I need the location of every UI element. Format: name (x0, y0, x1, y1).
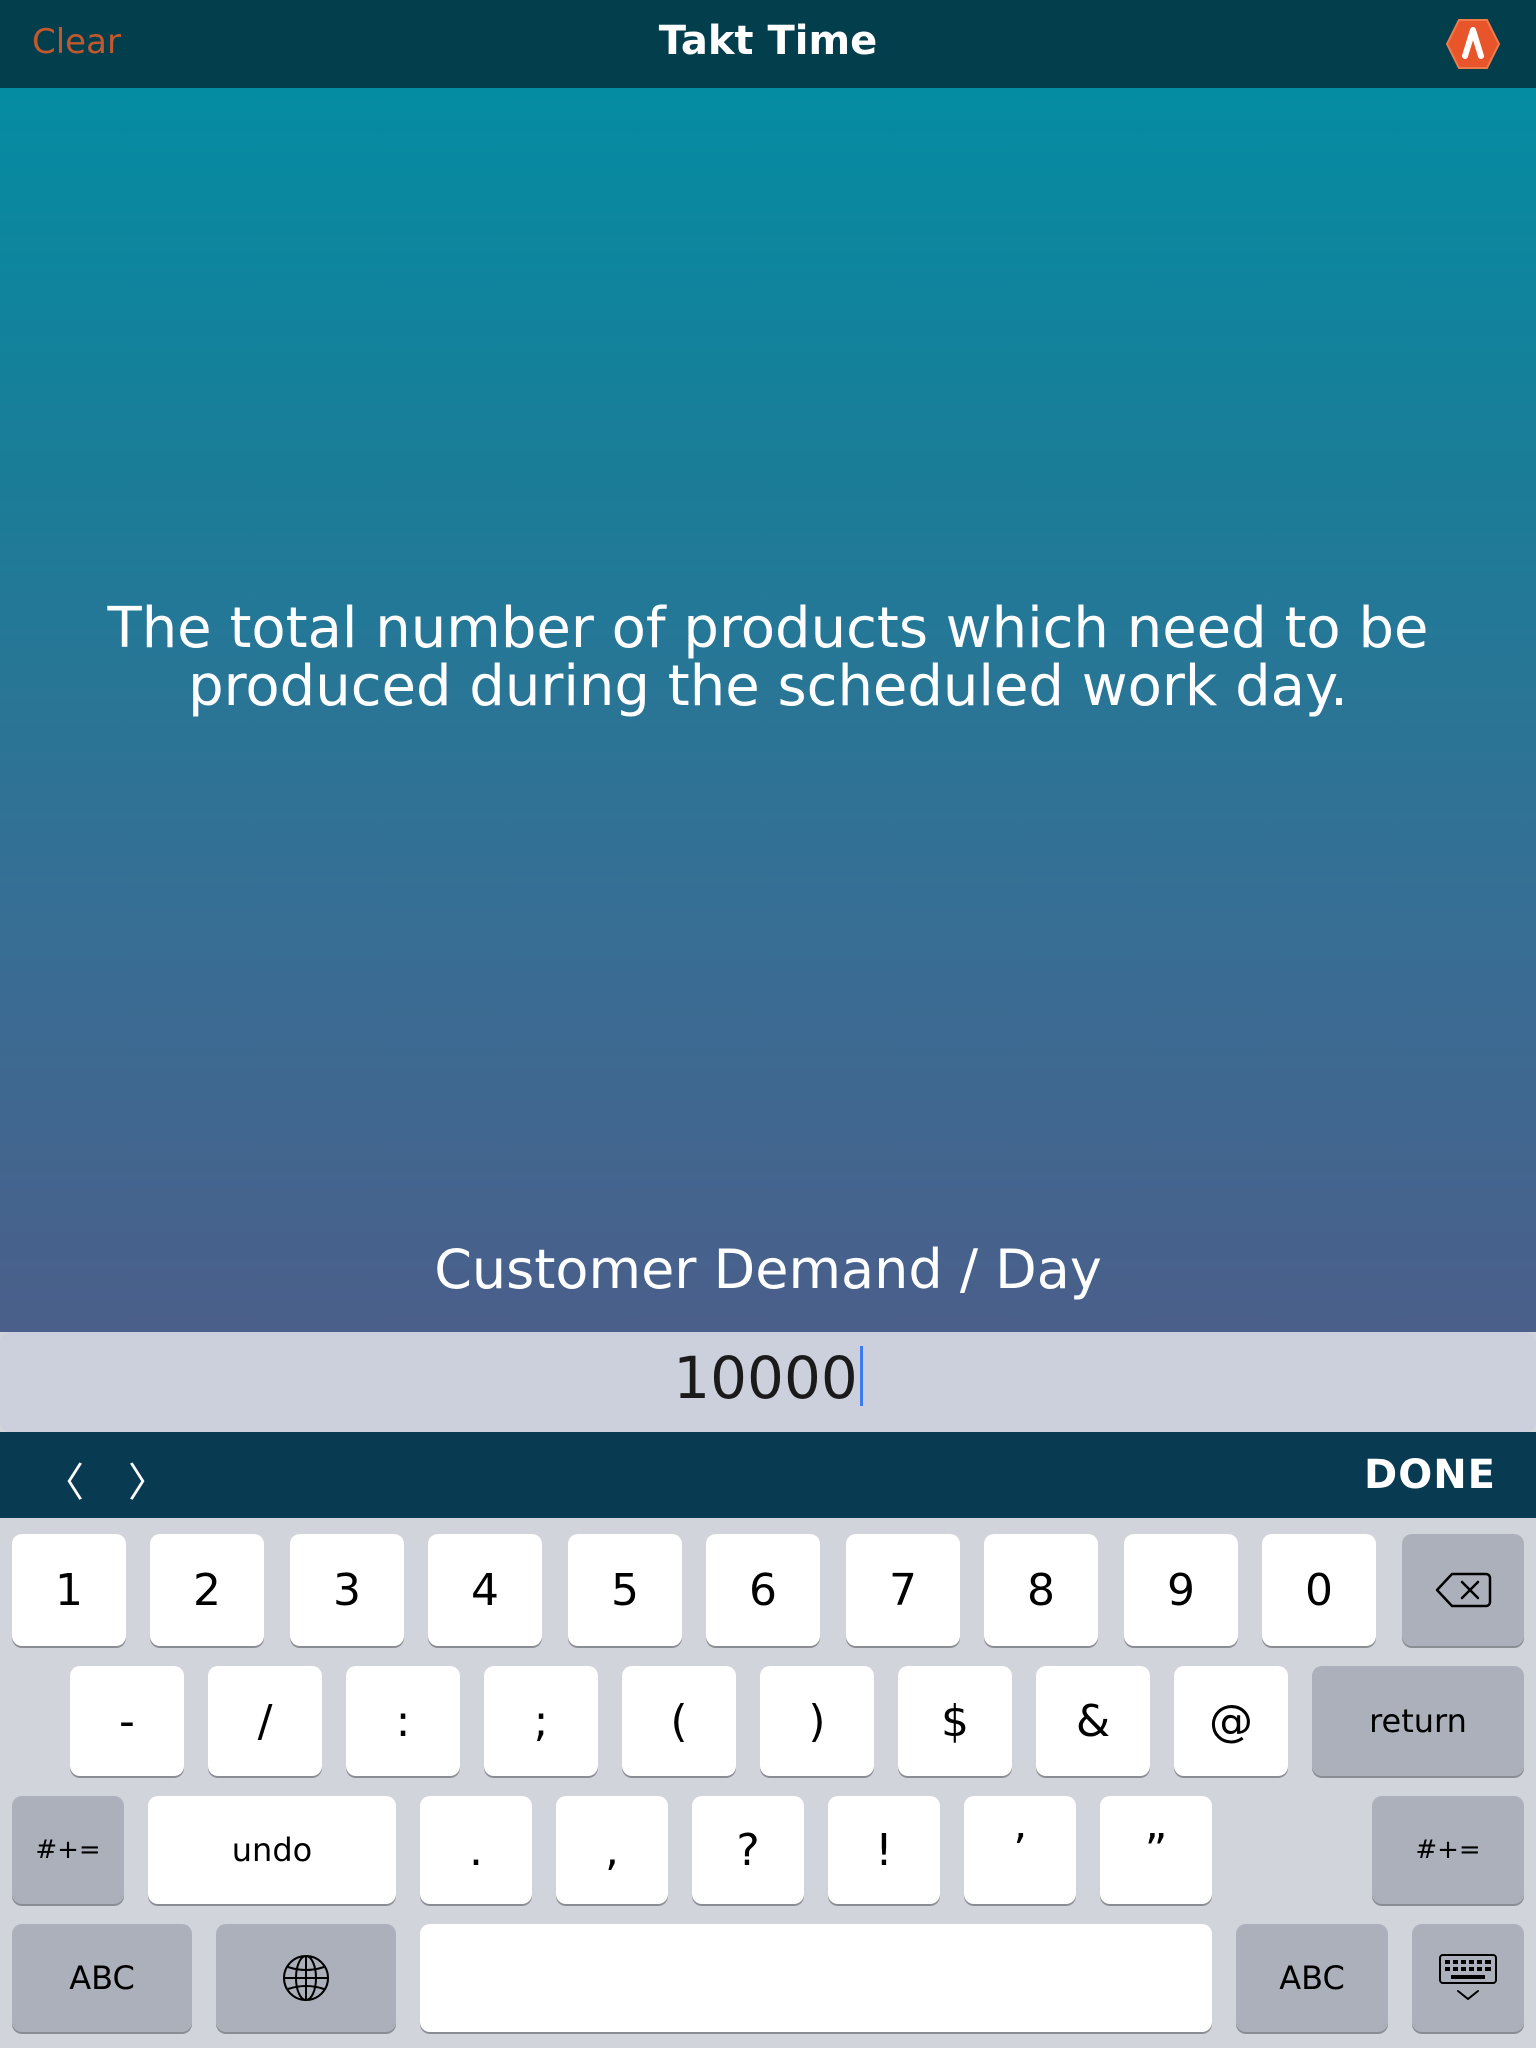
symbols-key-left[interactable]: #+= (12, 1796, 124, 1904)
key-dollar[interactable]: $ (898, 1666, 1012, 1776)
next-field-button[interactable]: 〉 (128, 1450, 168, 1508)
navigation-bar: Clear Takt Time (0, 0, 1536, 88)
page-title: Takt Time (658, 18, 878, 64)
symbols-key-right[interactable]: #+= (1372, 1796, 1524, 1904)
globe-icon (283, 1955, 329, 2001)
key-2[interactable]: 2 (150, 1534, 264, 1646)
demand-input-field[interactable]: 10000 (0, 1332, 1536, 1432)
onscreen-keyboard: 1 2 3 4 5 6 7 8 9 0 - / : ; ( ) $ & @ re… (0, 1518, 1536, 2048)
undo-key[interactable]: undo (148, 1796, 396, 1904)
key-slash[interactable]: / (208, 1666, 322, 1776)
key-8[interactable]: 8 (984, 1534, 1098, 1646)
done-button[interactable]: DONE (1364, 1452, 1496, 1498)
description-line-2: produced during the scheduled work day. (188, 654, 1348, 719)
abc-key-left[interactable]: ABC (12, 1924, 192, 2032)
field-label: Customer Demand / Day (434, 1238, 1102, 1301)
key-hyphen[interactable]: - (70, 1666, 184, 1776)
hide-keyboard-key[interactable] (1412, 1924, 1524, 2032)
key-quote[interactable]: ” (1100, 1796, 1212, 1904)
space-key[interactable] (420, 1924, 1212, 2032)
app-logo-icon[interactable] (1445, 16, 1501, 72)
abc-key-right[interactable]: ABC (1236, 1924, 1388, 2032)
globe-key[interactable] (216, 1924, 396, 2032)
return-key[interactable]: return (1312, 1666, 1524, 1776)
key-7[interactable]: 7 (846, 1534, 960, 1646)
key-apostrophe[interactable]: ’ (964, 1796, 1076, 1904)
keyboard-dismiss-icon (1439, 1954, 1497, 2000)
content-area: The total number of products which need … (0, 88, 1536, 1332)
field-description: The total number of products which need … (100, 600, 1436, 716)
key-1[interactable]: 1 (12, 1534, 126, 1646)
previous-field-button[interactable]: 〈 (44, 1450, 84, 1508)
key-comma[interactable]: , (556, 1796, 668, 1904)
key-exclamation[interactable]: ! (828, 1796, 940, 1904)
key-colon[interactable]: : (346, 1666, 460, 1776)
key-6[interactable]: 6 (706, 1534, 820, 1646)
input-value[interactable]: 10000 (673, 1344, 858, 1412)
key-3[interactable]: 3 (290, 1534, 404, 1646)
backspace-icon (1435, 1572, 1492, 1608)
description-line-1: The total number of products which need … (107, 596, 1429, 661)
key-at[interactable]: @ (1174, 1666, 1288, 1776)
keyboard-accessory-bar: 〈 〉 DONE (0, 1432, 1536, 1518)
key-ampersand[interactable]: & (1036, 1666, 1150, 1776)
key-4[interactable]: 4 (428, 1534, 542, 1646)
key-semicolon[interactable]: ; (484, 1666, 598, 1776)
delete-key[interactable] (1402, 1534, 1524, 1646)
key-question[interactable]: ? (692, 1796, 804, 1904)
key-period[interactable]: . (420, 1796, 532, 1904)
key-5[interactable]: 5 (568, 1534, 682, 1646)
key-9[interactable]: 9 (1124, 1534, 1238, 1646)
key-0[interactable]: 0 (1262, 1534, 1376, 1646)
key-close-paren[interactable]: ) (760, 1666, 874, 1776)
text-caret (859, 1346, 863, 1406)
input-value-container[interactable]: 10000 (0, 1344, 1536, 1412)
key-open-paren[interactable]: ( (622, 1666, 736, 1776)
